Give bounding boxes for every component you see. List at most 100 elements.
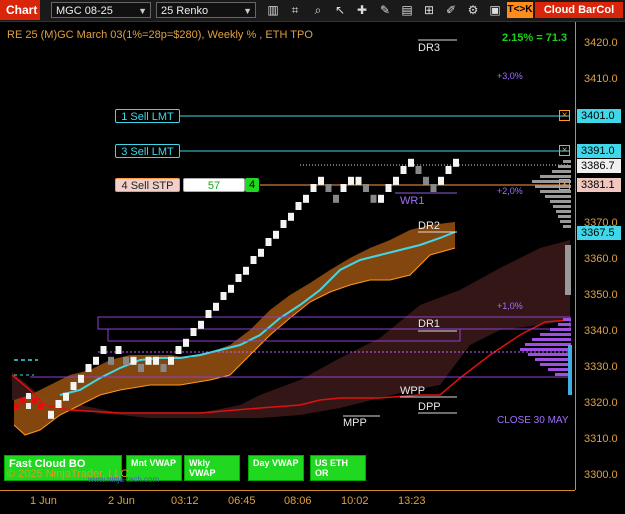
renko-brick <box>325 184 332 192</box>
price-tag: 3401.0 <box>577 109 621 123</box>
renko-brick <box>445 166 452 174</box>
renko-brick <box>205 310 212 318</box>
order-quantity[interactable]: 57 <box>183 178 245 192</box>
x-tick: 06:45 <box>228 495 256 507</box>
renko-brick <box>145 356 152 365</box>
wkly-vwap-button[interactable]: Wkly VWAP <box>184 455 240 481</box>
properties-icon[interactable]: ⊞ <box>420 2 438 18</box>
renko-brick <box>228 284 234 293</box>
cloud-barcol-button[interactable]: Cloud BarCol <box>535 2 623 18</box>
tk-button[interactable]: T<>K <box>507 2 533 18</box>
tpo-profile-purple <box>520 318 571 376</box>
renko-brick <box>198 320 204 329</box>
renko-brick <box>453 158 459 167</box>
chevron-down-icon: ▼ <box>243 6 252 16</box>
pct-level-3: +3,0% <box>497 71 523 81</box>
y-tick: 3340.0 <box>584 324 618 337</box>
chevron-down-icon: ▼ <box>138 6 147 16</box>
renko-brick <box>408 158 414 167</box>
chart-tab[interactable]: Chart <box>0 0 40 20</box>
renko-brick <box>355 176 362 185</box>
price-tag: 3386.7 <box>577 159 621 173</box>
renko-brick <box>340 184 347 192</box>
bartype-value: 25 Renko <box>161 5 209 17</box>
renko-brick <box>48 410 54 419</box>
order-sell-limit-1[interactable]: 1 Sell LMT <box>115 109 180 123</box>
price-axis[interactable]: 3420.03410.03400.03390.03380.03370.03360… <box>575 22 625 490</box>
level-wpp: WPP <box>400 385 426 397</box>
drawing-icon[interactable]: ✐ <box>442 2 460 18</box>
renko-brick <box>310 184 317 192</box>
toolbar: Chart MGC 08-25 ▼ 25 Renko ▼ ▥ ⌗ ⌕ ↖ ✚ ✎… <box>0 0 625 22</box>
close-order-icon[interactable]: × <box>559 110 570 121</box>
y-tick: 3410.0 <box>584 72 618 85</box>
time-axis[interactable]: 1 Jun 2 Jun 03:12 06:45 08:06 10:02 13:2… <box>0 490 575 514</box>
level-dr3: DR3 <box>418 42 441 54</box>
pct-level-1: +1,0% <box>497 301 523 311</box>
renko-brick <box>385 184 392 192</box>
x-tick: 10:02 <box>341 495 369 507</box>
x-tick: 2 Jun <box>108 495 135 507</box>
renko-brick <box>348 176 354 185</box>
renko-brick <box>273 230 279 239</box>
renko-brick <box>93 356 99 365</box>
price-chart[interactable] <box>0 22 575 490</box>
x-tick: 1 Jun <box>30 495 57 507</box>
renko-brick <box>160 364 167 372</box>
pct-level-2: +2,0% <box>497 186 523 196</box>
order-sell-limit-3[interactable]: 3 Sell LMT <box>115 144 180 158</box>
barcol-label: BarCol <box>578 4 615 16</box>
renko-brick <box>363 184 369 192</box>
renko-brick <box>250 256 257 264</box>
price-tag: 3381.1 <box>577 178 621 192</box>
crosshair-icon[interactable]: ✚ <box>353 2 371 18</box>
renko-brick <box>153 356 159 365</box>
renko-brick <box>430 184 437 192</box>
y-tick: 3360.0 <box>584 252 618 265</box>
indicator-icon[interactable]: ⌗ <box>286 2 304 18</box>
bartype-select[interactable]: 25 Renko ▼ <box>156 2 256 18</box>
renko-brick <box>243 266 249 275</box>
price-tag: 3391.0 <box>577 144 621 158</box>
renko-brick <box>55 400 62 408</box>
renko-brick <box>168 356 174 365</box>
zoom-icon[interactable]: ⌕ <box>309 2 327 18</box>
renko-brick <box>400 166 407 174</box>
tpo-cyan-bar <box>568 345 572 395</box>
close-order-icon[interactable]: × <box>559 145 570 156</box>
close-order-icon[interactable]: × <box>559 179 570 190</box>
renko-brick <box>115 346 122 354</box>
renko-brick <box>438 176 444 185</box>
renko-brick <box>423 176 429 185</box>
y-tick: 3300.0 <box>584 468 618 481</box>
instrument-select[interactable]: MGC 08-25 ▼ <box>51 2 151 18</box>
renko-brick <box>123 356 129 365</box>
renko-brick <box>130 356 137 365</box>
template-icon[interactable]: ▤ <box>398 2 416 18</box>
renko-brick <box>85 364 92 372</box>
renko-brick <box>333 194 339 203</box>
renko-brick <box>318 176 324 185</box>
bar-chart-icon[interactable]: ▥ <box>264 2 282 18</box>
renko-brick <box>138 364 144 372</box>
pencil-icon[interactable]: ✎ <box>376 2 394 18</box>
level-dpp: DPP <box>418 401 441 413</box>
strategy-icon[interactable]: ⚙ <box>464 2 482 18</box>
order-count-badge[interactable]: 4 <box>245 178 259 192</box>
order-sell-stop-4[interactable]: 4 Sell STP <box>115 178 180 192</box>
renko-brick <box>183 338 189 347</box>
renko-brick <box>220 292 227 300</box>
renko-brick <box>280 220 287 228</box>
day-vwap-button[interactable]: Day VWAP <box>248 455 304 481</box>
renko-brick <box>415 166 422 174</box>
us-eth-or-button[interactable]: US ETH OR <box>310 455 366 481</box>
renko-brick <box>190 328 197 336</box>
renko-brick <box>378 194 384 203</box>
performance-readout: 2.15% = 71.3 <box>502 32 568 44</box>
renko-brick <box>265 238 272 246</box>
y-tick: 3310.0 <box>584 432 618 445</box>
watermark: www.ninja-tech.com <box>88 475 160 484</box>
y-tick: 3330.0 <box>584 360 618 373</box>
pointer-icon[interactable]: ↖ <box>331 2 349 18</box>
snapshot-icon[interactable]: ▣ <box>486 2 504 18</box>
